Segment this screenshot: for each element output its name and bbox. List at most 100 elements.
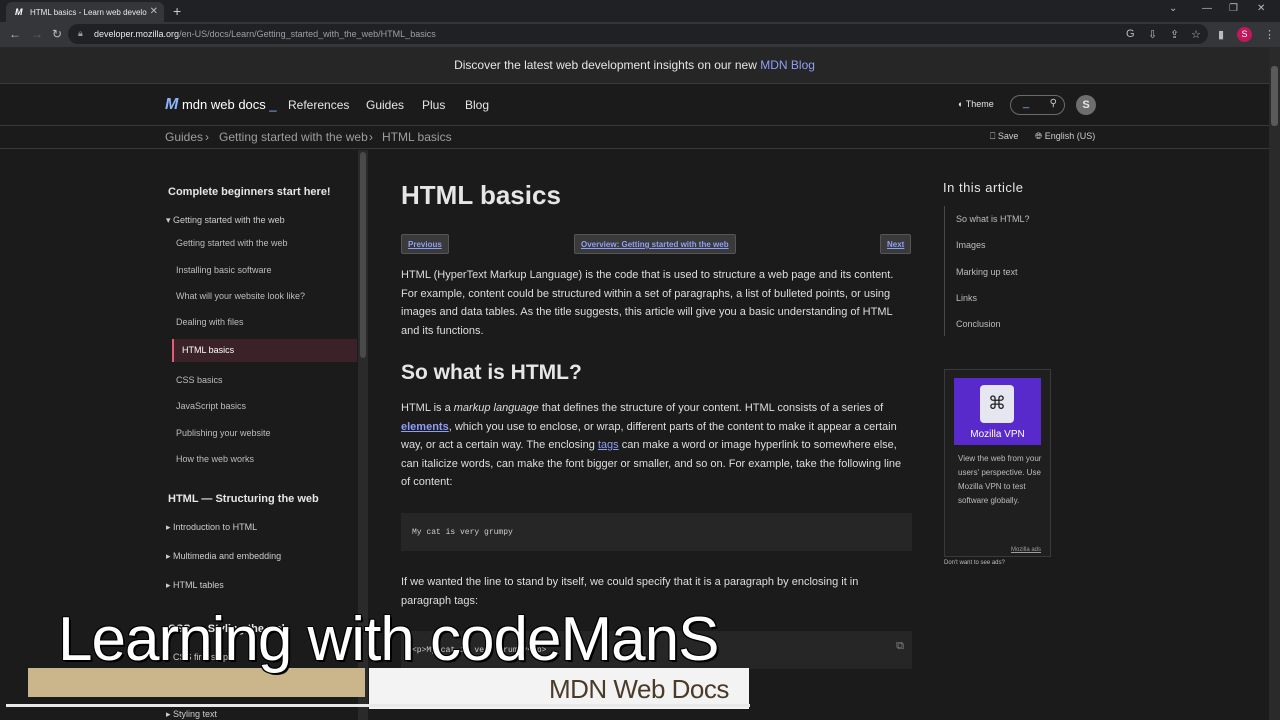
mdn-favicon-icon: M	[15, 7, 23, 17]
toc-item[interactable]: Marking up text	[956, 267, 1018, 277]
search-icon[interactable]: ⚲	[1050, 98, 1057, 109]
tab-search-icon[interactable]: ⌄	[1169, 3, 1177, 14]
sidebar-group-label: Styling text	[173, 709, 218, 719]
overlay-underline	[6, 704, 750, 707]
browser-toolbar: ← → ↻ 🔒︎ developer.mozilla.org/en-US/doc…	[0, 22, 1280, 47]
banner-link[interactable]: MDN Blog	[760, 58, 815, 72]
sidebar-group-label: Getting started with the web	[173, 215, 285, 225]
sidebar-group[interactable]: ▸ Introduction to HTML	[166, 522, 257, 533]
mozilla-ads-link[interactable]: Mozilla ads	[1011, 547, 1041, 553]
breadcrumb-guides[interactable]: Guides	[165, 130, 203, 144]
html-paragraph: HTML is a markup language that defines t…	[401, 399, 911, 492]
ad-text: View the web from your users' perspectiv…	[958, 454, 1042, 505]
new-tab-icon[interactable]: +	[173, 3, 181, 19]
language-label: English (US)	[1044, 131, 1096, 141]
search-cursor: _	[1023, 97, 1030, 109]
sidebar-item-active[interactable]: HTML basics	[172, 339, 357, 362]
nav-plus[interactable]: Plus	[422, 98, 445, 112]
back-icon[interactable]: ←	[9, 27, 21, 41]
minimize-icon[interactable]: —	[1202, 3, 1212, 14]
nav-references[interactable]: References	[288, 98, 349, 112]
save-label: Save	[997, 131, 1019, 141]
sidebar-group[interactable]: ▸ Styling text	[166, 709, 217, 720]
next-button[interactable]: Next	[880, 234, 912, 254]
tags-link[interactable]: tags	[598, 439, 619, 451]
overlay-subtitle: MDN Web Docs	[549, 674, 729, 704]
google-icon[interactable]: G	[1126, 28, 1135, 40]
sidebar-item[interactable]: Dealing with files	[176, 317, 244, 327]
forward-icon[interactable]: →	[31, 27, 43, 41]
page-scrollbar[interactable]	[1269, 47, 1280, 720]
mdn-logo-icon: M	[165, 96, 179, 113]
theme-label: Theme	[965, 99, 994, 109]
section-heading: So what is HTML?	[401, 361, 582, 384]
text: that defines the structure of your conte…	[538, 402, 884, 414]
language-switcher[interactable]: 🌐︎ English (US)	[1035, 131, 1095, 142]
sidebar-item[interactable]: CSS basics	[176, 375, 223, 385]
markup-language-em: markup language	[453, 402, 539, 414]
nav-guides[interactable]: Guides	[366, 98, 404, 112]
sidebar-group-label: Introduction to HTML	[173, 522, 258, 532]
elements-link[interactable]: elements	[401, 421, 449, 433]
sidebar-heading-beginners[interactable]: Complete beginners start here!	[168, 186, 331, 198]
sidepanel-icon[interactable]: ▮	[1218, 28, 1224, 41]
restore-icon[interactable]: ❐	[1229, 3, 1238, 14]
sidebar-item[interactable]: Installing basic software	[176, 265, 272, 275]
sidebar-item[interactable]: Publishing your website	[176, 428, 271, 438]
bookmark-star-icon[interactable]: ☆	[1191, 28, 1201, 41]
overview-button[interactable]: Overview: Getting started with the web	[574, 234, 736, 254]
toc-item[interactable]: Conclusion	[956, 319, 1001, 329]
lock-icon: 🔒︎	[78, 28, 83, 38]
window-close-icon[interactable]: ✕	[1257, 3, 1265, 14]
close-tab-icon[interactable]: ✕	[150, 6, 158, 17]
banner-text: Discover the latest web development insi…	[454, 58, 761, 72]
theme-icon: ◐	[958, 99, 964, 109]
nav-blog[interactable]: Blog	[465, 98, 489, 112]
share-icon[interactable]: ⇪	[1170, 28, 1179, 41]
logo-text: mdn web docs	[181, 97, 266, 112]
sidebar-group-label: HTML tables	[173, 580, 224, 590]
overlay-title: Learning with codeManS	[58, 605, 719, 674]
sidebar-item[interactable]: JavaScript basics	[176, 401, 246, 411]
toc-item[interactable]: Images	[956, 240, 986, 250]
text: HTML is a	[401, 402, 454, 414]
theme-switcher[interactable]: ◐ Theme	[958, 99, 994, 109]
install-icon[interactable]: ⇩	[1148, 28, 1157, 41]
tab-title: HTML basics - Learn web develo	[30, 8, 147, 17]
previous-button[interactable]: Previous	[401, 234, 449, 254]
sidebar-group[interactable]: ▸ HTML tables	[166, 580, 224, 591]
sidebar-item[interactable]: What will your website look like?	[176, 291, 305, 301]
breadcrumb-html-basics[interactable]: HTML basics	[382, 130, 452, 144]
breadcrumb-getting-started[interactable]: Getting started with the web	[219, 130, 368, 144]
sidebar-group-label: Multimedia and embedding	[173, 551, 282, 561]
sidebar-item[interactable]: How the web works	[176, 454, 254, 464]
mdn-logo[interactable]: M mdn web docs _	[165, 96, 277, 114]
sidebar-heading-html[interactable]: HTML — Structuring the web	[168, 493, 319, 505]
search-box[interactable]: _ ⚲	[1010, 95, 1065, 115]
sidebar-group[interactable]: ▸ Multimedia and embedding	[166, 551, 281, 562]
url-host: developer.mozilla.org	[94, 29, 180, 39]
code-text: My cat is very grumpy	[412, 528, 513, 537]
page-title: HTML basics	[401, 180, 561, 210]
vpn-logo-icon: ⌘	[980, 385, 1014, 423]
save-button[interactable]: ⎕ Save	[990, 131, 1018, 142]
url-path: /en-US/docs/Learn/Getting_started_with_t…	[179, 29, 436, 39]
sidebar-item[interactable]: Getting started with the web	[176, 238, 288, 248]
address-bar[interactable]: 🔒︎ developer.mozilla.org/en-US/docs/Lear…	[68, 24, 1208, 44]
user-avatar[interactable]: S	[1076, 95, 1096, 115]
page-scrollbar-thumb[interactable]	[1271, 66, 1278, 126]
browser-profile-avatar[interactable]: S	[1237, 27, 1252, 42]
dont-want-ads-link[interactable]: Don't want to see ads?	[944, 560, 1005, 566]
copy-icon[interactable]: ⧉	[896, 641, 904, 653]
menu-icon[interactable]: ⋮	[1264, 28, 1275, 41]
toc-item[interactable]: So what is HTML?	[956, 214, 1030, 224]
toc-divider	[944, 206, 945, 336]
ad-title: Mozilla VPN	[970, 429, 1025, 440]
sidebar-group-getting-started[interactable]: ▾ Getting started with the web	[166, 215, 285, 226]
top-banner: Discover the latest web development insi…	[0, 47, 1269, 84]
toc-item[interactable]: Links	[956, 293, 977, 303]
reload-icon[interactable]: ↻	[52, 27, 62, 41]
sidebar-scrollbar-thumb[interactable]	[360, 152, 366, 358]
browser-tab[interactable]: M HTML basics - Learn web develo ✕	[6, 2, 164, 22]
bookmark-icon: ⎕	[990, 131, 996, 141]
